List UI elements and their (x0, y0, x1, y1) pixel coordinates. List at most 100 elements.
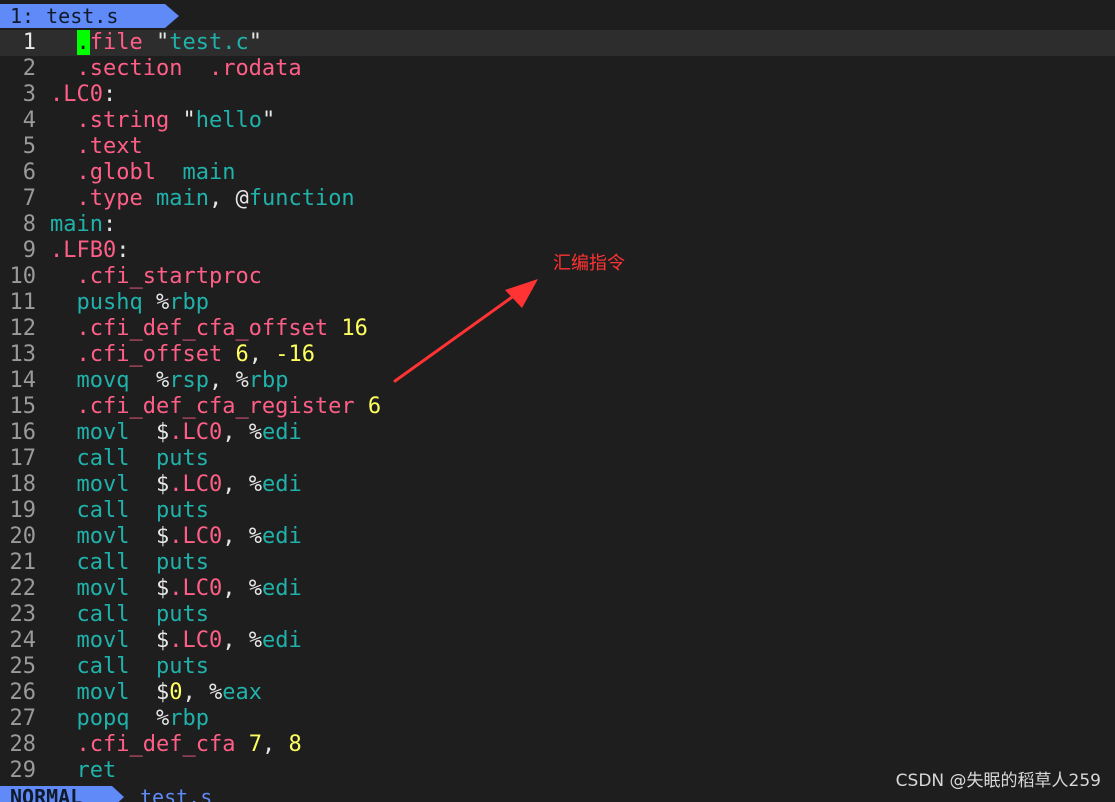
code-token: movl (76, 628, 156, 653)
code-line[interactable]: 23 call puts (0, 602, 1115, 628)
code-line[interactable]: 22 movl $.LC0, %edi (0, 576, 1115, 602)
code-line[interactable]: 7 .type main, @function (0, 186, 1115, 212)
code-token: rsp (169, 368, 209, 393)
code-token: .LC0 (169, 420, 223, 445)
code-line[interactable]: 21 call puts (0, 550, 1115, 576)
code-line[interactable]: 6 .globl main (0, 160, 1115, 186)
line-code: call puts (50, 654, 209, 680)
line-number: 5 (22, 134, 36, 159)
tab-arrow-icon (165, 4, 179, 28)
code-line[interactable]: 16 movl $.LC0, %edi (0, 420, 1115, 446)
tabline: 1: test.s (0, 0, 1115, 30)
code-token: function (248, 186, 355, 211)
code-token: , % (222, 524, 262, 549)
code-token: , % (182, 680, 223, 705)
code-token: main (182, 160, 236, 185)
code-token: : (102, 212, 117, 237)
code-line[interactable]: 15 .cfi_def_cfa_register 6 (0, 394, 1115, 420)
code-token: .cfi_offset (76, 342, 236, 367)
code-line[interactable]: 8 main: (0, 212, 1115, 238)
code-token: 0 (169, 680, 183, 705)
line-number: 1 (22, 30, 36, 55)
line-number: 14 (9, 368, 37, 393)
code-token: movl (76, 472, 156, 497)
code-line[interactable]: 4 .string "hello" (0, 108, 1115, 134)
code-line[interactable]: 19 call puts (0, 498, 1115, 524)
code-line[interactable]: 11 pushq %rbp (0, 290, 1115, 316)
code-line[interactable]: 12 .cfi_def_cfa_offset 16 (0, 316, 1115, 342)
code-token: .cfi_def_cfa_offset (76, 316, 342, 341)
code-token: edi (261, 628, 302, 653)
code-token: pushq (76, 290, 156, 315)
code-token: % (155, 706, 170, 731)
line-number: 17 (9, 446, 37, 471)
code-token: call puts (76, 550, 209, 575)
code-token: 16 (341, 316, 368, 341)
line-code: ret (50, 758, 117, 784)
line-number: 4 (22, 108, 36, 133)
line-number: 10 (9, 264, 37, 289)
code-line[interactable]: 27 popq %rbp (0, 706, 1115, 732)
code-token: popq (76, 706, 156, 731)
line-number: 20 (9, 524, 37, 549)
code-line[interactable]: 1 .file "test.c" (0, 30, 1115, 56)
code-token: , % (208, 368, 249, 393)
annotation-label: 汇编指令 (553, 253, 625, 274)
code-line[interactable]: 28 .cfi_def_cfa 7, 8 (0, 732, 1115, 758)
code-line[interactable]: 14 movq %rsp, %rbp (0, 368, 1115, 394)
tab-test-s[interactable]: 1: test.s (0, 4, 165, 28)
code-line[interactable]: 3 .LC0: (0, 82, 1115, 108)
editor-buffer[interactable]: 1 .file "test.c" 2 .section .rodata 3 .LC0:… (0, 30, 1115, 784)
line-number: 24 (9, 628, 37, 653)
code-token: : (116, 238, 130, 263)
line-number: 12 (9, 316, 37, 341)
code-token: edi (261, 472, 302, 497)
status-filename: test.s (140, 785, 213, 802)
code-line[interactable]: 2 .section .rodata (0, 56, 1115, 82)
code-line[interactable]: 20 movl $.LC0, %edi (0, 524, 1115, 550)
line-number: 29 (9, 758, 37, 783)
line-code: .cfi_offset 6, -16 (50, 342, 315, 368)
watermark: CSDN @失眠的稻草人259 (895, 771, 1101, 791)
code-token: main (50, 212, 103, 237)
code-line[interactable]: 5 .text (0, 134, 1115, 160)
line-number: 19 (9, 498, 37, 523)
code-line[interactable]: 26 movl $0, %eax (0, 680, 1115, 706)
code-token: , (261, 732, 289, 757)
code-line[interactable]: 25 call puts (0, 654, 1115, 680)
code-token: file (89, 30, 156, 55)
code-token: edi (261, 576, 302, 601)
code-token: 6 (367, 394, 382, 419)
code-token: " (248, 30, 262, 55)
line-code: .section .rodata (50, 56, 302, 82)
code-token: , (248, 342, 276, 367)
line-number: 6 (22, 160, 36, 185)
line-number: 7 (22, 186, 36, 211)
mode-arrow-icon (112, 786, 124, 802)
line-number: 11 (9, 290, 37, 315)
code-token: call puts (76, 654, 209, 679)
code-token: .LFB0 (50, 238, 117, 263)
tab-label: 1: test.s (10, 4, 119, 28)
line-code: movl $.LC0, %edi (50, 576, 302, 602)
line-number: 28 (9, 732, 37, 757)
line-number: 8 (22, 212, 36, 237)
code-token: movl (76, 576, 156, 601)
code-line[interactable]: 13 .cfi_offset 6, -16 (0, 342, 1115, 368)
code-token: $ (155, 420, 170, 445)
line-code: movl $0, %eax (50, 680, 262, 706)
line-number: 21 (9, 550, 37, 575)
code-token: .LC0 (169, 576, 223, 601)
code-token: -16 (275, 342, 315, 367)
code-token: , % (222, 576, 262, 601)
code-line[interactable]: 24 movl $.LC0, %edi (0, 628, 1115, 654)
code-token: .type (76, 186, 156, 211)
line-number: 15 (9, 394, 37, 419)
code-token: .LC0 (169, 628, 223, 653)
code-line[interactable]: 18 movl $.LC0, %edi (0, 472, 1115, 498)
code-token: movq (76, 368, 156, 393)
line-number: 27 (9, 706, 37, 731)
code-line[interactable]: 17 call puts (0, 446, 1115, 472)
code-token: % (155, 368, 170, 393)
code-token: .cfi_def_cfa_register (76, 394, 368, 419)
